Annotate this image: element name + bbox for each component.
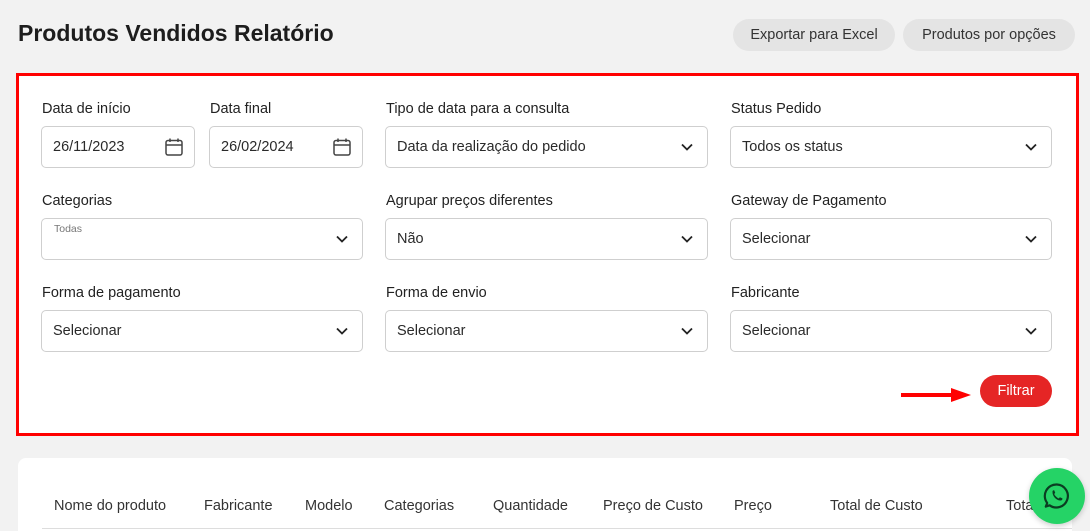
table-header-categories[interactable]: Categorias	[384, 498, 454, 514]
export-excel-button[interactable]: Exportar para Excel	[733, 19, 895, 51]
payment-method-label: Forma de pagamento	[42, 285, 181, 301]
table-header-price[interactable]: Preço	[734, 498, 772, 514]
chevron-down-icon	[336, 235, 348, 243]
order-status-value: Todos os status	[742, 139, 843, 155]
table-header-model[interactable]: Modelo	[305, 498, 353, 514]
gateway-select[interactable]: Selecionar	[730, 218, 1052, 260]
order-status-select[interactable]: Todos os status	[730, 126, 1052, 168]
filter-button[interactable]: Filtrar	[980, 375, 1052, 407]
chevron-down-icon	[681, 327, 693, 335]
arrow-right-icon	[901, 388, 971, 402]
end-date-field[interactable]: 26/02/2024	[209, 126, 363, 168]
calendar-icon[interactable]	[164, 137, 184, 157]
manufacturer-select[interactable]: Selecionar	[730, 310, 1052, 352]
chevron-down-icon	[336, 327, 348, 335]
table-header-total-cost[interactable]: Total de Custo	[830, 498, 923, 514]
manufacturer-label: Fabricante	[731, 285, 800, 301]
start-date-value: 26/11/2023	[53, 139, 125, 155]
categories-select[interactable]: Todas	[41, 218, 363, 260]
categories-placeholder: Todas	[54, 223, 83, 235]
shipping-method-select[interactable]: Selecionar	[385, 310, 708, 352]
date-type-value: Data da realização do pedido	[397, 139, 586, 155]
calendar-icon[interactable]	[332, 137, 352, 157]
end-date-label: Data final	[210, 101, 272, 117]
chevron-down-icon	[1025, 235, 1037, 243]
manufacturer-value: Selecionar	[742, 323, 811, 339]
group-prices-value: Não	[397, 231, 424, 247]
gateway-label: Gateway de Pagamento	[731, 193, 887, 209]
start-date-label: Data de início	[42, 101, 131, 117]
chevron-down-icon	[1025, 327, 1037, 335]
chevron-down-icon	[681, 235, 693, 243]
date-type-select[interactable]: Data da realização do pedido	[385, 126, 708, 168]
shipping-method-value: Selecionar	[397, 323, 466, 339]
whatsapp-icon	[1043, 483, 1069, 509]
shipping-method-label: Forma de envio	[386, 285, 487, 301]
table-header-manufacturer[interactable]: Fabricante	[204, 498, 273, 514]
table-header-quantity[interactable]: Quantidade	[493, 498, 568, 514]
whatsapp-button[interactable]	[1029, 468, 1085, 524]
categories-label: Categorias	[42, 193, 113, 209]
filter-panel: Data de início 26/11/2023 Data final 26/…	[16, 73, 1079, 436]
chevron-down-icon	[1025, 143, 1037, 151]
table-header-divider	[42, 528, 1072, 529]
group-prices-select[interactable]: Não	[385, 218, 708, 260]
end-date-value: 26/02/2024	[221, 139, 294, 155]
group-prices-label: Agrupar preços diferentes	[386, 193, 553, 209]
products-by-options-button[interactable]: Produtos por opções	[903, 19, 1075, 51]
payment-method-value: Selecionar	[53, 323, 122, 339]
page-title: Produtos Vendidos Relatório	[18, 20, 334, 46]
results-table: Nome do produto Fabricante Modelo Catego…	[18, 458, 1072, 531]
date-type-label: Tipo de data para a consulta	[386, 101, 570, 117]
start-date-field[interactable]: 26/11/2023	[41, 126, 195, 168]
table-header-cost-price[interactable]: Preço de Custo	[603, 498, 703, 514]
chevron-down-icon	[681, 143, 693, 151]
order-status-label: Status Pedido	[731, 101, 822, 117]
gateway-value: Selecionar	[742, 231, 811, 247]
payment-method-select[interactable]: Selecionar	[41, 310, 363, 352]
table-header-product-name[interactable]: Nome do produto	[54, 498, 166, 514]
